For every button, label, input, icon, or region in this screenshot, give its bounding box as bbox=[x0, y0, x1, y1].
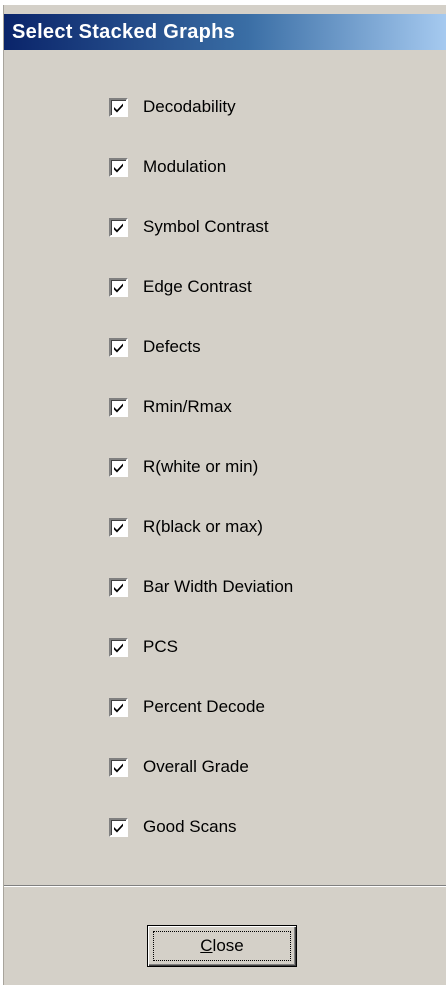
option-label: Decodability bbox=[143, 97, 236, 116]
check-mark-icon bbox=[114, 403, 123, 412]
option-label: Modulation bbox=[143, 157, 227, 176]
option-label: Edge Contrast bbox=[143, 277, 252, 296]
checkbox-percent-decode[interactable] bbox=[109, 697, 128, 717]
checkbox-rmin-rmax[interactable] bbox=[109, 397, 128, 417]
option-rmin-rmax[interactable]: Rmin/Rmax bbox=[109, 392, 232, 422]
check-mark-icon bbox=[114, 103, 123, 112]
check-mark-icon bbox=[114, 583, 123, 592]
option-defects[interactable]: Defects bbox=[109, 332, 201, 362]
option-percent-decode[interactable]: Percent Decode bbox=[109, 692, 265, 722]
close-button-label: Close bbox=[200, 936, 243, 956]
checkbox-defects[interactable] bbox=[109, 337, 128, 357]
option-overall-grade[interactable]: Overall Grade bbox=[109, 752, 249, 782]
option-edge-contrast[interactable]: Edge Contrast bbox=[109, 272, 252, 302]
option-label: PCS bbox=[143, 637, 178, 656]
option-label: Good Scans bbox=[143, 817, 237, 836]
checkbox-overall-grade[interactable] bbox=[109, 757, 128, 777]
option-label: Overall Grade bbox=[143, 757, 249, 776]
check-mark-icon bbox=[114, 283, 123, 292]
check-mark-icon bbox=[114, 823, 123, 832]
check-mark-icon bbox=[114, 523, 123, 532]
dialog-footer: Close bbox=[4, 885, 446, 985]
select-stacked-graphs-dialog: Select Stacked Graphs Decodability Modul… bbox=[3, 5, 446, 985]
check-mark-icon bbox=[114, 463, 123, 472]
check-mark-icon bbox=[114, 763, 123, 772]
checkbox-pcs[interactable] bbox=[109, 637, 128, 657]
checkbox-bar-width-deviation[interactable] bbox=[109, 577, 128, 597]
option-decodability[interactable]: Decodability bbox=[109, 92, 236, 122]
dialog-title: Select Stacked Graphs bbox=[12, 20, 236, 43]
checkbox-r-white-or-min[interactable] bbox=[109, 457, 128, 477]
option-label: R(black or max) bbox=[143, 517, 263, 536]
option-good-scans[interactable]: Good Scans bbox=[109, 812, 237, 842]
checkbox-good-scans[interactable] bbox=[109, 817, 128, 837]
check-mark-icon bbox=[114, 643, 123, 652]
close-label-rest: lose bbox=[212, 936, 244, 955]
option-bar-width-deviation[interactable]: Bar Width Deviation bbox=[109, 572, 293, 602]
option-label: Symbol Contrast bbox=[143, 217, 269, 236]
option-symbol-contrast[interactable]: Symbol Contrast bbox=[109, 212, 269, 242]
check-mark-icon bbox=[114, 343, 123, 352]
option-label: Rmin/Rmax bbox=[143, 397, 232, 416]
close-mnemonic: C bbox=[200, 936, 213, 955]
check-mark-icon bbox=[114, 703, 123, 712]
option-r-black-or-max[interactable]: R(black or max) bbox=[109, 512, 263, 542]
check-mark-icon bbox=[114, 223, 123, 232]
title-bar[interactable]: Select Stacked Graphs bbox=[4, 14, 446, 50]
option-pcs[interactable]: PCS bbox=[109, 632, 178, 662]
checkbox-symbol-contrast[interactable] bbox=[109, 217, 128, 237]
option-label: Bar Width Deviation bbox=[143, 577, 294, 596]
checkbox-edge-contrast[interactable] bbox=[109, 277, 128, 297]
option-label: R(white or min) bbox=[143, 457, 259, 476]
checkbox-decodability[interactable] bbox=[109, 97, 128, 117]
check-mark-icon bbox=[114, 163, 123, 172]
checkbox-r-black-or-max[interactable] bbox=[109, 517, 128, 537]
option-label: Percent Decode bbox=[143, 697, 265, 716]
graph-options-list: Decodability Modulation Symbol Contrast … bbox=[4, 50, 446, 885]
checkbox-modulation[interactable] bbox=[109, 157, 128, 177]
option-r-white-or-min[interactable]: R(white or min) bbox=[109, 452, 258, 482]
option-label: Defects bbox=[143, 337, 201, 356]
option-modulation[interactable]: Modulation bbox=[109, 152, 226, 182]
close-button[interactable]: Close bbox=[147, 925, 297, 967]
